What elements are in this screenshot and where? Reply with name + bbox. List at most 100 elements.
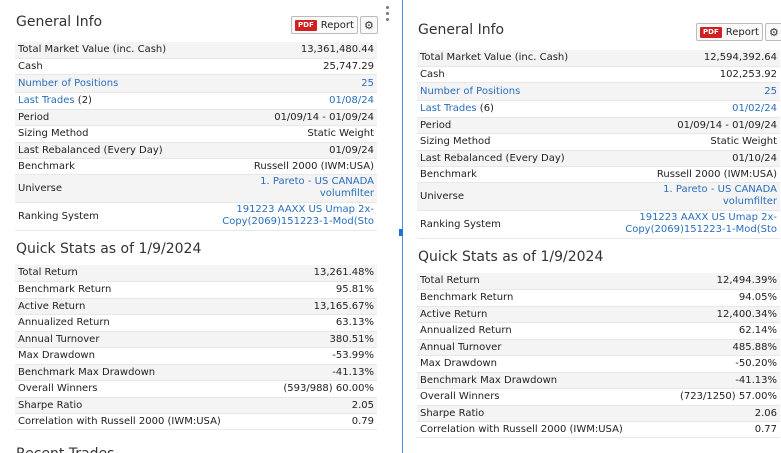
label: Cash <box>417 66 607 83</box>
value: (723/1250) 57.00% <box>648 388 780 406</box>
value: 0.77 <box>648 421 780 438</box>
universe-line1: 1. Pareto - US CANADA <box>663 184 777 195</box>
positions-count-link[interactable]: 25 <box>361 78 374 89</box>
general-info-title: General Info <box>418 22 505 38</box>
label: Overall Winners <box>15 380 245 398</box>
ranking-line1: 191223 AAXX US Umap 2x- <box>639 212 777 223</box>
quick-stats-title: Quick Stats as of 1/9/2024 <box>16 241 202 257</box>
ranking-line2: Copy(2069)151223-1-Mod(Sto <box>222 216 374 227</box>
right-panel: General Info PDF Report ⚙ Total Market V… <box>403 0 781 453</box>
row-correlation: Correlation with Russell 2000 (IWM:USA) 0… <box>15 413 377 430</box>
universe-line1: 1. Pareto - US CANADA <box>260 176 374 187</box>
value: Russell 2000 (IWM:USA) <box>607 166 780 183</box>
value: 2.05 <box>245 397 377 414</box>
row-universe: Universe 1. Pareto - US CANADA volumfilte… <box>15 174 377 203</box>
value: 380.51% <box>245 331 377 348</box>
label: Overall Winners <box>417 388 648 406</box>
value: 95.81% <box>245 281 377 299</box>
value: 13,165.67% <box>245 298 377 315</box>
row-sharpe-ratio: Sharpe Ratio 2.05 <box>15 397 377 414</box>
value: 63.13% <box>245 314 377 332</box>
label: Last Rebalanced (Every Day) <box>417 150 607 167</box>
row-period: Period 01/09/14 - 01/09/24 <box>15 109 377 126</box>
value: 0.79 <box>245 413 377 430</box>
row-overall-winners: Overall Winners (723/1250) 57.00% <box>417 388 780 406</box>
general-info-title: General Info <box>16 14 103 30</box>
value: Russell 2000 (IWM:USA) <box>205 158 377 175</box>
row-number-of-positions: Number of Positions 25 <box>417 82 780 101</box>
row-overall-winners: Overall Winners (593/988) 60.00% <box>15 380 377 398</box>
row-benchmark: Benchmark Russell 2000 (IWM:USA) <box>15 158 377 175</box>
row-annualized-return: Annualized Return 63.13% <box>15 314 377 332</box>
label: Benchmark Return <box>417 289 648 307</box>
label: Sharpe Ratio <box>15 397 245 414</box>
universe-line2: volumfilter <box>722 196 777 207</box>
row-sizing-method: Sizing Method Static Weight <box>417 133 780 151</box>
universe-link[interactable]: 1. Pareto - US CANADA volumfilter <box>610 184 777 208</box>
general-info-toolbar: PDF Report ⚙ <box>291 16 378 34</box>
positions-count-link[interactable]: 25 <box>764 86 777 97</box>
number-of-positions-link[interactable]: Number of Positions <box>18 78 118 89</box>
quick-stats-table: Total Return 13,261.48% Benchmark Return 9… <box>15 265 377 430</box>
value: -50.20% <box>648 355 780 373</box>
universe-link[interactable]: 1. Pareto - US CANADA volumfilter <box>208 176 374 200</box>
row-active-return: Active Return 13,165.67% <box>15 298 377 315</box>
last-trades-date-link[interactable]: 01/02/24 <box>732 103 777 114</box>
ranking-system-link[interactable]: 191223 AAXX US Umap 2x- Copy(2069)151223-… <box>610 212 777 236</box>
settings-button[interactable]: ⚙ <box>359 16 378 34</box>
label: Annual Turnover <box>417 339 648 356</box>
last-trades-link[interactable]: Last Trades <box>420 103 477 114</box>
label: Correlation with Russell 2000 (IWM:USA) <box>417 421 648 438</box>
value: Static Weight <box>205 125 377 143</box>
number-of-positions-link[interactable]: Number of Positions <box>420 86 520 97</box>
row-benchmark: Benchmark Russell 2000 (IWM:USA) <box>417 166 780 183</box>
last-trades-link[interactable]: Last Trades <box>18 95 75 106</box>
label: Total Return <box>15 265 245 282</box>
row-last-rebalanced: Last Rebalanced (Every Day) 01/10/24 <box>417 150 780 167</box>
row-sharpe-ratio: Sharpe Ratio 2.06 <box>417 405 780 422</box>
drag-grip-icon[interactable] <box>386 6 390 24</box>
value: 62.14% <box>648 322 780 340</box>
settings-button[interactable]: ⚙ <box>764 23 781 41</box>
label: Benchmark Max Drawdown <box>417 372 648 389</box>
value: 01/09/14 - 01/09/24 <box>205 109 377 126</box>
row-cash: Cash 102,253.92 <box>417 66 780 83</box>
row-max-drawdown: Max Drawdown -50.20% <box>417 355 780 373</box>
value: -41.13% <box>648 372 780 389</box>
left-panel: General Info PDF Report ⚙ Total Market V… <box>0 0 378 453</box>
label: Total Return <box>417 273 648 290</box>
value: 13,261.48% <box>245 265 377 282</box>
recent-trades-title: Recent Trades <box>16 446 114 453</box>
quick-stats-title: Quick Stats as of 1/9/2024 <box>418 249 604 265</box>
label: Annual Turnover <box>15 331 245 348</box>
label: Annualized Return <box>417 322 648 340</box>
pdf-icon: PDF <box>700 26 722 38</box>
row-last-trades: Last Trades (2) 01/08/24 <box>15 92 377 110</box>
label: Annualized Return <box>15 314 245 332</box>
ranking-system-link[interactable]: 191223 AAXX US Umap 2x- Copy(2069)151223-… <box>208 204 374 228</box>
label: Active Return <box>15 298 245 315</box>
label: Max Drawdown <box>417 355 648 373</box>
general-info-table: Total Market Value (inc. Cash) 12,594,39… <box>417 50 780 239</box>
row-cash: Cash 25,747.29 <box>15 58 377 75</box>
ranking-line2: Copy(2069)151223-1-Mod(Sto <box>625 224 777 235</box>
value: 25,747.29 <box>205 58 377 75</box>
label: Benchmark <box>417 166 607 183</box>
row-last-rebalanced: Last Rebalanced (Every Day) 01/09/24 <box>15 142 377 159</box>
label: Max Drawdown <box>15 347 245 365</box>
row-benchmark-return: Benchmark Return 94.05% <box>417 289 780 307</box>
label: Period <box>417 117 607 134</box>
last-trades-date-link[interactable]: 01/08/24 <box>329 95 374 106</box>
row-max-drawdown: Max Drawdown -53.99% <box>15 347 377 365</box>
label: Period <box>15 109 205 126</box>
row-ranking-system: Ranking System 191223 AAXX US Umap 2x- Co… <box>417 210 780 239</box>
label: Last Rebalanced (Every Day) <box>15 142 205 159</box>
pdf-report-button[interactable]: PDF Report <box>696 23 763 41</box>
label: Benchmark <box>15 158 205 175</box>
pdf-report-button[interactable]: PDF Report <box>291 16 358 34</box>
general-info-toolbar: PDF Report ⚙ <box>696 23 781 41</box>
pdf-icon: PDF <box>295 19 317 31</box>
ranking-line1: 191223 AAXX US Umap 2x- <box>236 204 374 215</box>
row-number-of-positions: Number of Positions 25 <box>15 74 377 93</box>
label: Active Return <box>417 306 648 323</box>
